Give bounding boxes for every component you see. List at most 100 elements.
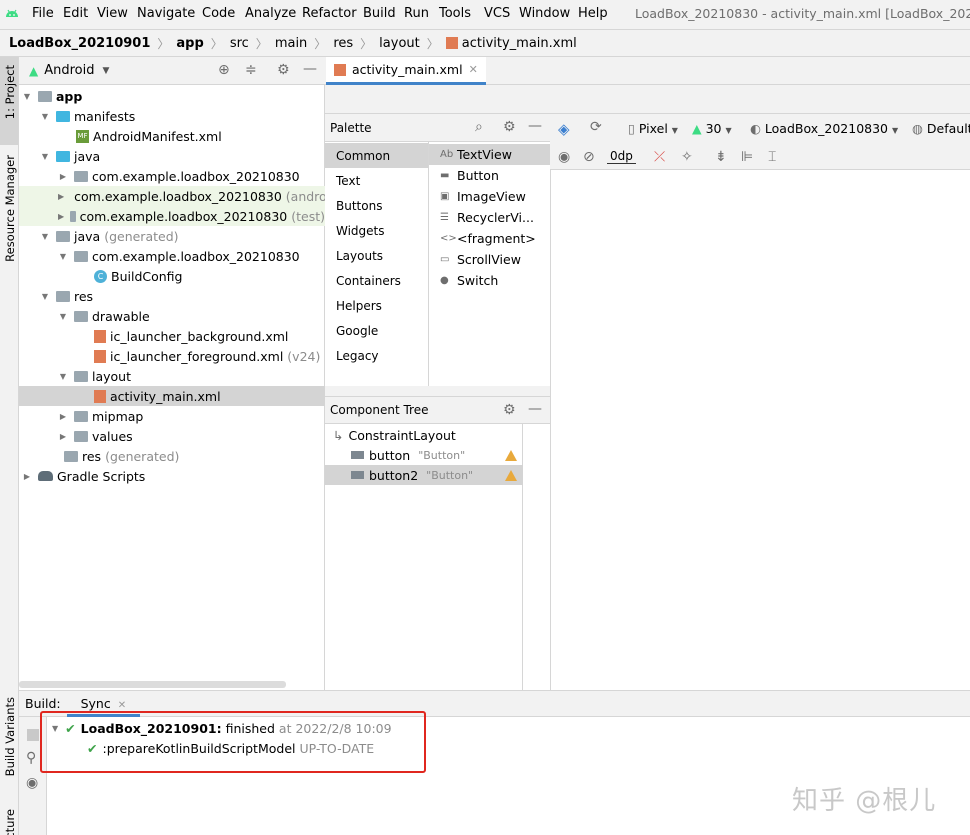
locate-icon[interactable]: ⊕ <box>218 62 230 78</box>
tree-item-ic-launcher-foreground[interactable]: ic_launcher_foreground.xml (v24) <box>19 346 325 366</box>
palette-item-switch[interactable]: ●Switch <box>429 270 550 291</box>
expanded-arrow-icon: ▼ <box>40 112 50 121</box>
autoconnect-off-icon[interactable]: ⊘ <box>583 149 595 165</box>
structure-label[interactable]: cture <box>3 809 17 835</box>
component-button2[interactable]: button2 "Button" <box>325 465 523 485</box>
palette-category-legacy[interactable]: Legacy <box>325 343 428 368</box>
palette-item-recyclerview[interactable]: ☰RecyclerVi... <box>429 207 550 228</box>
menu-run[interactable]: Run <box>404 6 429 21</box>
minimize-icon[interactable]: — <box>303 61 317 77</box>
palette-category-layouts[interactable]: Layouts <box>325 243 428 268</box>
tree-item-package-main[interactable]: ▶ com.example.loadbox_20210830 <box>19 166 325 186</box>
magic-wand-icon[interactable]: ✧ <box>681 149 693 165</box>
breadcrumb-layout[interactable]: layout <box>379 36 420 51</box>
tree-item-layout[interactable]: ▼ layout <box>19 366 325 386</box>
menu-analyze[interactable]: Analyze <box>245 6 296 21</box>
menu-window[interactable]: Window <box>519 6 570 21</box>
gear-icon[interactable]: ⚙ <box>503 119 516 135</box>
component-constraintlayout[interactable]: ↳ ConstraintLayout <box>325 425 523 445</box>
tab-sync[interactable]: Sync ✕ <box>79 696 129 711</box>
close-icon[interactable]: ✕ <box>118 700 126 711</box>
tree-item-res[interactable]: ▼ res <box>19 286 325 306</box>
tree-item-gradle-scripts[interactable]: ▶ Gradle Scripts <box>19 466 325 486</box>
breadcrumb-res[interactable]: res <box>333 36 353 51</box>
close-icon[interactable]: ✕ <box>469 63 478 76</box>
menu-edit[interactable]: Edit <box>63 6 88 21</box>
api-selector[interactable]: ▲ 30 ▼ <box>692 121 732 136</box>
menu-view[interactable]: View <box>97 6 128 21</box>
tree-item-mipmap[interactable]: ▶ mipmap <box>19 406 325 426</box>
palette-category-text[interactable]: Text <box>325 168 428 193</box>
gear-icon[interactable]: ⚙ <box>503 402 516 418</box>
menu-tools[interactable]: Tools <box>439 6 471 21</box>
palette-item-button[interactable]: ▬Button <box>429 165 550 186</box>
layers-icon[interactable]: ◈ <box>558 120 570 138</box>
tree-item-buildconfig[interactable]: C BuildConfig <box>19 266 325 286</box>
menu-help[interactable]: Help <box>578 6 608 21</box>
menu-navigate[interactable]: Navigate <box>137 6 195 21</box>
menu-build[interactable]: Build <box>363 6 396 21</box>
palette-item-fragment[interactable]: <><fragment> <box>429 228 550 249</box>
tree-item-package-generated[interactable]: ▼ com.example.loadbox_20210830 <box>19 246 325 266</box>
palette-category-buttons[interactable]: Buttons <box>325 193 428 218</box>
tree-item-drawable[interactable]: ▼ drawable <box>19 306 325 326</box>
eye-icon[interactable]: ◉ <box>26 775 38 791</box>
menu-vcs[interactable]: VCS <box>484 6 510 21</box>
tree-item-manifests[interactable]: ▼ manifests <box>19 106 325 126</box>
search-icon[interactable]: ⌕ <box>475 119 483 135</box>
breadcrumb-src[interactable]: src <box>230 36 249 51</box>
tree-item-package-androidtest[interactable]: ▶ com.example.loadbox_20210830 (andro <box>19 186 325 206</box>
palette-category-google[interactable]: Google <box>325 318 428 343</box>
resource-manager-label[interactable]: Resource Manager <box>3 155 17 262</box>
tree-item-values[interactable]: ▶ values <box>19 426 325 446</box>
tree-item-package-test[interactable]: ▶ com.example.loadbox_20210830 (test) <box>19 206 325 226</box>
palette-item-textview[interactable]: AbTextView <box>429 144 550 165</box>
tab-activity-main[interactable]: activity_main.xml ✕ <box>326 57 486 85</box>
palette-category-containers[interactable]: Containers <box>325 268 428 293</box>
tree-item-androidmanifest[interactable]: MF AndroidManifest.xml <box>19 126 325 146</box>
tree-item-app[interactable]: ▼ app <box>19 86 325 106</box>
theme-selector[interactable]: ◐ LoadBox_20210830 ▼ <box>750 121 898 136</box>
menu-file[interactable]: File <box>32 6 54 21</box>
orientation-icon[interactable]: ⟳ <box>590 119 602 135</box>
tree-item-ic-launcher-background[interactable]: ic_launcher_background.xml <box>19 326 325 346</box>
default-margin-field[interactable]: 0dp <box>607 149 636 164</box>
minimize-icon[interactable]: — <box>528 401 542 417</box>
component-button[interactable]: button "Button" <box>325 445 523 465</box>
tree-item-java[interactable]: ▼ java <box>19 146 325 166</box>
guidelines-icon[interactable]: ⌶ <box>768 149 776 165</box>
breadcrumb-project[interactable]: LoadBox_20210901 <box>9 36 150 51</box>
pin-icon[interactable]: ⚲ <box>26 750 36 766</box>
menu-code[interactable]: Code <box>202 6 235 21</box>
warning-icon[interactable] <box>505 470 517 481</box>
project-view-selector[interactable]: Android <box>44 63 94 78</box>
palette-category-helpers[interactable]: Helpers <box>325 293 428 318</box>
device-selector[interactable]: ▯ Pixel ▼ <box>628 121 678 136</box>
breadcrumb-main[interactable]: main <box>275 36 307 51</box>
menu-refactor[interactable]: Refactor <box>302 6 357 21</box>
build-variants-label[interactable]: Build Variants <box>3 697 17 776</box>
palette-category-widgets[interactable]: Widgets <box>325 218 428 243</box>
locale-selector[interactable]: ◍ Default <box>912 121 970 136</box>
gear-icon[interactable]: ⚙ <box>277 62 290 78</box>
palette-item-scrollview[interactable]: ▭ScrollView <box>429 249 550 270</box>
minimize-icon[interactable]: — <box>528 118 542 134</box>
warning-icon[interactable] <box>505 450 517 461</box>
chevron-down-icon[interactable]: ▼ <box>103 66 110 76</box>
palette-category-common[interactable]: Common <box>325 143 428 168</box>
tree-item-res-generated[interactable]: res (generated) <box>19 446 325 466</box>
align-icon[interactable]: ⊫ <box>741 149 753 165</box>
clear-constraints-icon[interactable]: ⤫ <box>654 149 665 165</box>
tree-item-activity-main[interactable]: activity_main.xml <box>19 386 325 406</box>
stop-icon[interactable] <box>27 729 39 741</box>
project-tool-tab[interactable]: 1: Project <box>0 57 18 145</box>
eye-icon[interactable]: ◉ <box>558 149 570 165</box>
palette-item-imageview[interactable]: ▣ImageView <box>429 186 550 207</box>
tree-item-java-generated[interactable]: ▼ java (generated) <box>19 226 325 246</box>
design-canvas[interactable] <box>550 170 970 690</box>
breadcrumb-app[interactable]: app <box>176 36 203 51</box>
breadcrumb-file[interactable]: activity_main.xml <box>462 36 577 51</box>
collapse-icon[interactable]: ≑ <box>245 62 257 78</box>
pack-icon[interactable]: ⇟ <box>715 149 727 165</box>
horizontal-scrollbar[interactable] <box>19 681 286 688</box>
